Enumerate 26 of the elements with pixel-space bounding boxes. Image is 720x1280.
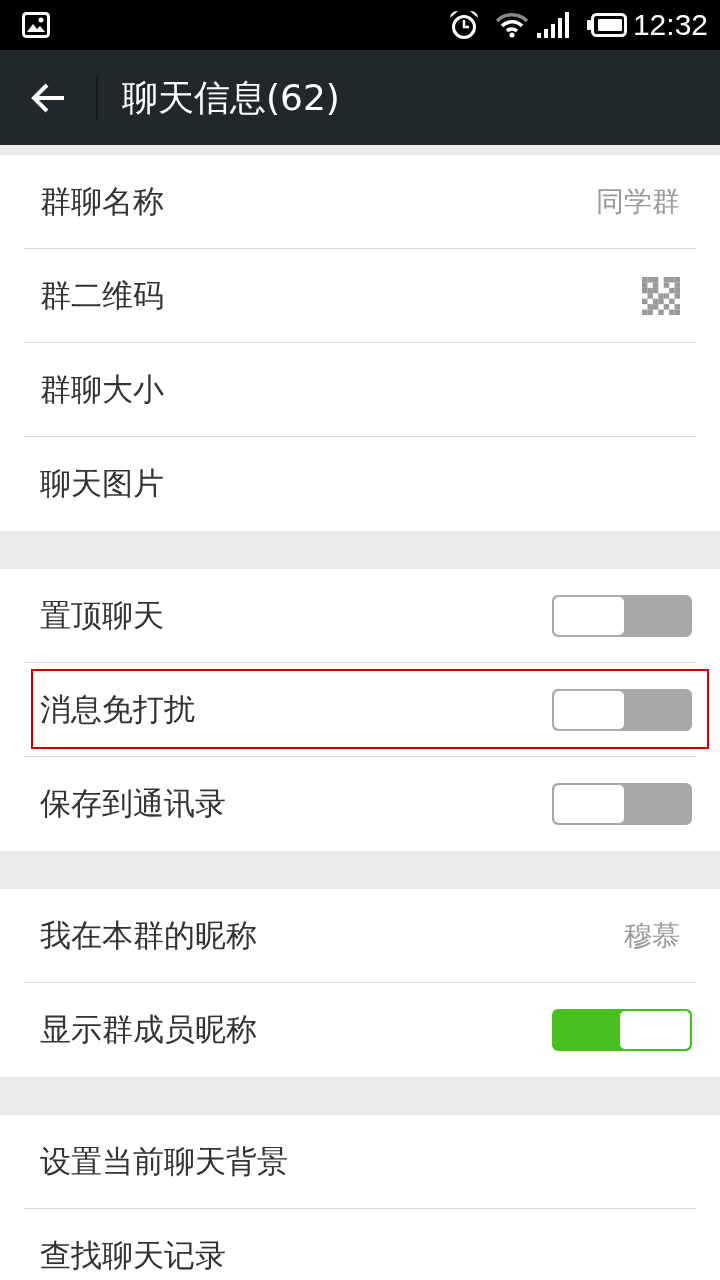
- image-icon: [22, 12, 50, 38]
- setting-label: 查找聊天记录: [40, 1238, 226, 1274]
- setting-label: 显示群成员昵称: [40, 1012, 257, 1048]
- setting-label: 保存到通讯录: [40, 786, 226, 822]
- setting-value: 穆慕: [624, 918, 680, 953]
- toggle-switch[interactable]: [552, 1009, 692, 1051]
- setting-label: 消息免打扰: [40, 691, 195, 728]
- toggle-switch[interactable]: [552, 594, 692, 637]
- signal-icon: [536, 12, 571, 38]
- battery-icon: [586, 13, 627, 37]
- page-title: 聊天信息(62): [122, 75, 340, 120]
- toggle-switch[interactable]: [552, 783, 692, 825]
- setting-label: 设置当前聊天背景: [40, 1143, 288, 1180]
- qr-code-icon[interactable]: [642, 276, 680, 315]
- setting-label: 聊天图片: [40, 466, 164, 502]
- setting-label: 群二维码: [40, 277, 164, 314]
- setting-label: 群聊大小: [40, 371, 164, 408]
- back-arrow-icon: [30, 82, 66, 113]
- setting-value: 同学群: [596, 184, 680, 219]
- status-time: 12:32: [632, 10, 708, 40]
- setting-label: 群聊名称: [40, 183, 164, 220]
- setting-label: 置顶聊天: [40, 597, 164, 634]
- alarm-clock-icon: [448, 10, 479, 40]
- toggle-switch[interactable]: [552, 688, 692, 731]
- wifi-icon: [494, 12, 529, 38]
- setting-label: 我在本群的昵称: [40, 917, 257, 954]
